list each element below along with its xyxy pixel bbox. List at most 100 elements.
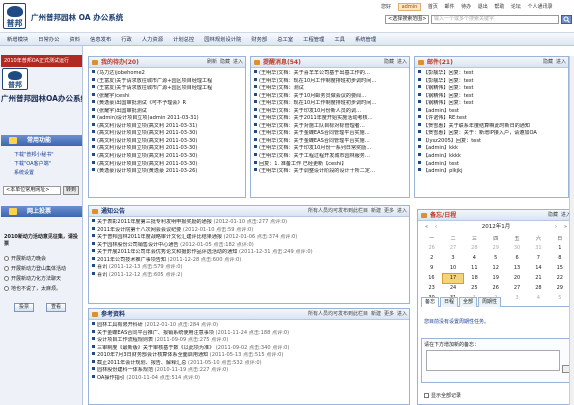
next-year-icon[interactable]: »	[564, 222, 567, 232]
list-item[interactable]: 【admin】plkjkj	[418, 168, 565, 176]
list-item[interactable]: 截止2011年会计规划、报告、解释汇总 (2011-05-10 点击:532 点…	[92, 359, 406, 368]
list-item[interactable]: 【admin】test	[418, 160, 565, 169]
contacts-link[interactable]: 个人通讯录	[528, 4, 553, 10]
calendar-day[interactable]: 11	[464, 263, 485, 273]
list-item[interactable]: 【admin】test	[418, 107, 565, 116]
radio-button[interactable]	[4, 256, 9, 261]
poll-option[interactable]: 地也不说了，太麻烦。	[4, 285, 61, 292]
calendar-day[interactable]: 21	[528, 273, 549, 283]
calendar-day[interactable]: 26	[485, 283, 506, 293]
list-item[interactable]: (高文利)设计项目立项(高文利 2011-03-30)	[92, 160, 242, 169]
list-item[interactable]: (王富友)关于请求放往城市广源+园区项目经理工程	[92, 77, 242, 86]
calendar-day[interactable]: 3	[442, 253, 463, 263]
list-item[interactable]: (张耀宇)ceshi	[92, 92, 242, 101]
hide-link[interactable]: 隐藏	[548, 212, 558, 218]
new-link[interactable]: 新建	[371, 208, 381, 214]
enter-link[interactable]: 进入	[556, 59, 566, 65]
calendar-day[interactable]: 27	[506, 283, 527, 293]
calendar-day[interactable]: 22	[549, 273, 570, 283]
download-client-link[interactable]: 下载"OA客户端"	[14, 160, 54, 167]
list-item[interactable]: (高文利)设计项目立项(高文利 2011-03-30)	[92, 130, 242, 138]
download-secretary-link[interactable]: 下载"普邦小秘书"	[14, 151, 54, 158]
calendar-day[interactable]: 15	[549, 263, 570, 273]
search-button[interactable]	[561, 15, 572, 24]
list-item[interactable]: 【彭靓华】回复：test	[418, 77, 565, 86]
enter-link[interactable]: 进入	[397, 311, 407, 317]
calendar-day[interactable]: 5	[485, 253, 506, 263]
radio-button[interactable]	[4, 266, 9, 271]
list-item[interactable]: (高文利)设计项目立项(高文利 2011-03-30)	[92, 145, 242, 153]
todo-link[interactable]: 待办	[461, 4, 471, 10]
nav-item-new-modules[interactable]: 新增模块	[2, 35, 33, 43]
poll-option[interactable]: 开展新动力登山集体活动	[4, 265, 66, 272]
calendar-day[interactable]: 23	[421, 283, 442, 293]
calendar-day[interactable]: 20	[506, 273, 527, 283]
list-item[interactable]: 【彭靓华】回复：test	[418, 70, 565, 78]
list-item[interactable]: 喜讯 (2011-12-13 点击:579 点评:0)	[92, 264, 406, 272]
list-item[interactable]: (张耀宇)出国审批测试	[92, 107, 242, 116]
enter-link[interactable]: 进入	[397, 59, 407, 65]
tab-periodic[interactable]: 周期性	[478, 297, 502, 307]
calendar-day[interactable]: 13	[506, 263, 527, 273]
mail-link[interactable]: 邮件	[444, 4, 454, 10]
list-item[interactable]: (王明华)文档：关于2011年度开始实施活动考核…	[254, 115, 406, 123]
list-item[interactable]: 喜讯 (2011-12-12 点击:605 点评:2)	[92, 271, 406, 280]
nav-item-admin[interactable]: 行政	[116, 35, 137, 43]
list-item[interactable]: 回复：1. 准备工作 已经更新【ceshi】	[254, 160, 406, 169]
list-item[interactable]: 关于金蝶EAS合同平台推广、报销系统使用注意事项 (2011-11-24 点击:…	[92, 329, 406, 338]
list-item[interactable]: OA操作指引 (2010-11-04 点击:514 点评:0)	[92, 374, 406, 383]
home-link[interactable]: 首页	[428, 4, 438, 10]
calendar-day[interactable]: 16	[421, 273, 442, 283]
list-item[interactable]: 三审制度《最新版》关于审核基于数《以此项为准》 (2011-09-02 点击:3…	[92, 344, 406, 353]
enter-link[interactable]: 进入	[233, 59, 243, 65]
tab-schedule[interactable]: 日程	[440, 297, 459, 307]
poll-option[interactable]: 开展新动力化方法聊天	[4, 275, 61, 282]
list-item[interactable]: (王明华)文档：关于印发10月份一系列日常奖励…	[254, 145, 406, 153]
list-item[interactable]: 设计项目工作流程规则表 (2011-09-09 点击:275 点评:0)	[92, 337, 406, 345]
calendar-day[interactable]: 4	[464, 253, 485, 263]
more-link[interactable]: 更多	[384, 208, 394, 214]
nav-item-plan-control[interactable]: 计划总控	[168, 35, 199, 43]
list-item[interactable]: 关于表彰2011年度第三批专利发明申报奖励的通报 (2012-01-10 点击:…	[92, 219, 406, 227]
list-item[interactable]: (高文利)设计项目立项(高文利 2011-03-30)	[92, 153, 242, 161]
calendar-day[interactable]: 19	[485, 273, 506, 283]
enter-link[interactable]: 进入	[397, 208, 407, 214]
prev-year-icon[interactable]: «	[425, 222, 428, 232]
list-item[interactable]: (王明华)文档：关于喜羊羊公司基于出基工作的…	[254, 70, 406, 78]
list-item[interactable]: 【贺雪惠】回复：关于：新增IP接入户，请遵加OA	[418, 130, 565, 138]
calendar-day[interactable]: 26	[421, 243, 442, 253]
list-item[interactable]: (王明华)文档：现在10月工作制度排班初步调时间…	[254, 100, 406, 108]
list-item[interactable]: (王明华)文档：关于工程过程开发城市园林服务…	[254, 153, 406, 161]
calendar-day[interactable]: 29	[485, 243, 506, 253]
calendar-day[interactable]: 29	[549, 283, 570, 293]
calendar-day[interactable]: 28	[464, 243, 485, 253]
calendar-day[interactable]: 1	[549, 243, 570, 253]
radio-button[interactable]	[4, 286, 9, 291]
calendar-day[interactable]: 9	[421, 263, 442, 273]
calendar-day-today[interactable]: 17	[441, 272, 465, 284]
list-item[interactable]: 园林股份建科一体系规范 (2010-11-19 点击:227 点评:0)	[92, 367, 406, 375]
calendar-day[interactable]: 14	[528, 263, 549, 273]
calendar-day[interactable]: 7	[528, 253, 549, 263]
list-item[interactable]: 【admin】kkk	[418, 145, 565, 153]
view-results-button[interactable]: 查看	[46, 303, 66, 312]
list-item[interactable]: (王明华)文档：关于金蝶EAS合同管理平台实施…	[254, 130, 406, 138]
poll-option[interactable]: 开展新动力晚会	[4, 255, 46, 262]
list-item[interactable]: (王明华)文档：关于金蝶EAS合同管理平台实施…	[254, 137, 406, 146]
list-item[interactable]: 2011年公司技术推广事项告知 (2011-12-28 点击:600 点评:0)	[92, 256, 406, 265]
list-item[interactable]: (王富友)关于请求放往城市广源+园区项目经理工程	[92, 85, 242, 93]
nav-item-design-institute[interactable]: 园林规划设计院	[199, 35, 246, 43]
next-month-icon[interactable]: ›	[555, 222, 557, 232]
list-item[interactable]: 【钢精伟】回复：test	[418, 100, 565, 108]
nav-item-hr[interactable]: 人力资源	[137, 35, 168, 43]
poll-header[interactable]: 网上投票	[1, 206, 82, 217]
list-item[interactable]: 园林工具有限开科研 (2012-01-10 点击:284 点评:0)	[92, 322, 406, 330]
list-item[interactable]: 【钢精伟】回复：test	[418, 92, 565, 101]
prev-month-icon[interactable]: ‹	[435, 222, 437, 232]
list-item[interactable]: (王明华)文档：关于10月邮务员做会议的要闻…	[254, 92, 406, 101]
list-item[interactable]: 2010年7月3日财务部会计核算体系全面启用通知 (2011-05-13 点击:…	[92, 352, 406, 360]
calendar-day[interactable]: 18	[464, 273, 485, 283]
list-item[interactable]: (王明华)文档：测试	[254, 85, 406, 93]
list-item[interactable]: (王明华)文档：现在10月工作制度排班初步调时间…	[254, 77, 406, 86]
list-item[interactable]: (马力达)jobehome2	[92, 70, 242, 78]
